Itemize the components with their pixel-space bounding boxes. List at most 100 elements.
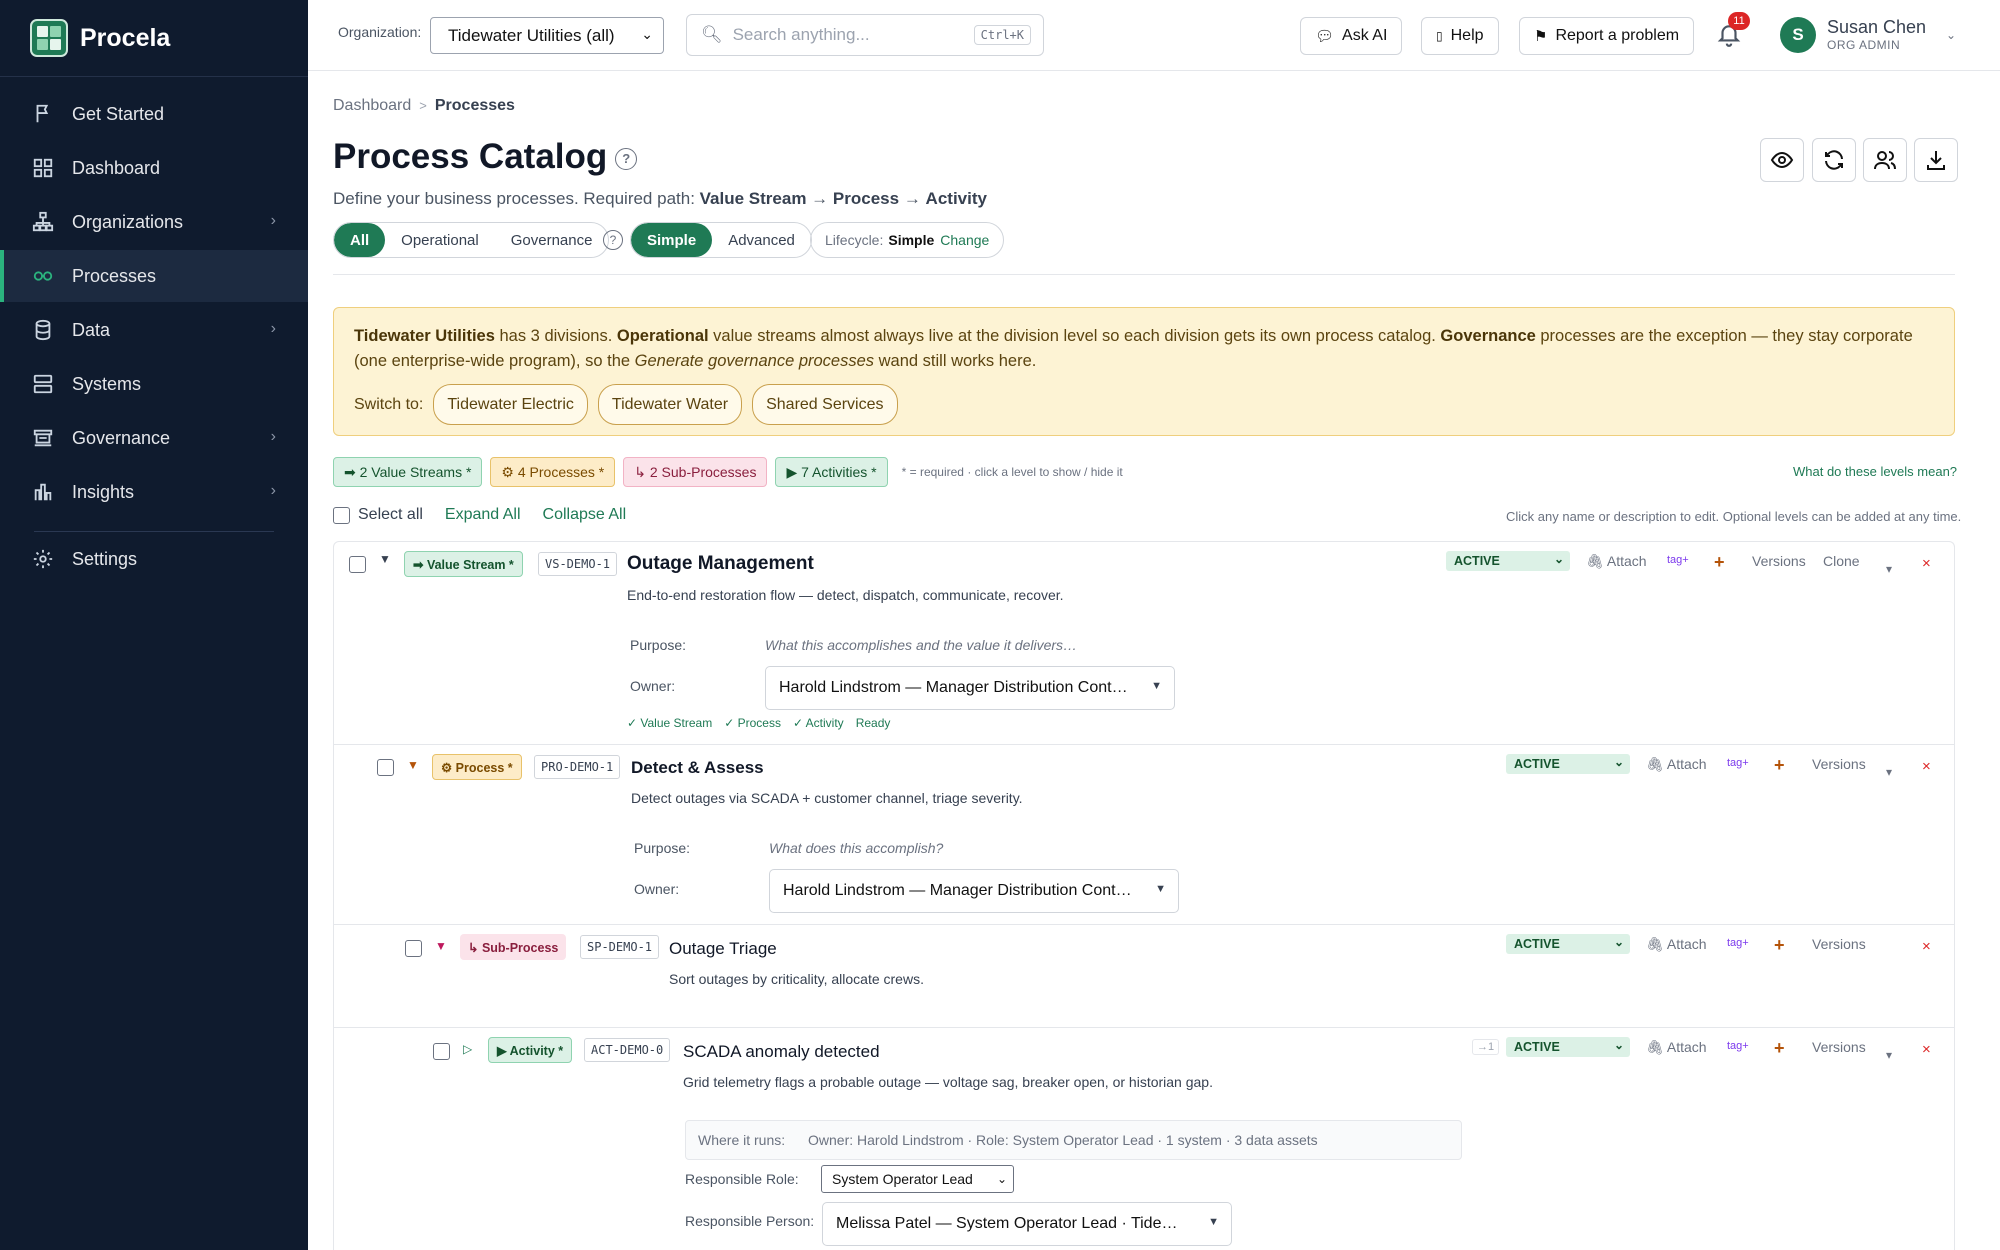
filter-governance[interactable]: Governance — [495, 223, 609, 257]
add-child-button[interactable]: + — [1774, 935, 1785, 956]
add-child-button[interactable]: + — [1774, 1038, 1785, 1059]
add-tag-button[interactable]: tag+ — [1727, 937, 1749, 949]
report-label: Report a problem — [1555, 27, 1680, 44]
refresh-button[interactable] — [1812, 138, 1856, 182]
preview-button[interactable] — [1760, 138, 1804, 182]
chevron-down-icon[interactable]: ⌄ — [1946, 28, 1956, 42]
check-activity: ✓ Activity — [792, 716, 844, 730]
item-name[interactable]: Outage Management — [627, 553, 814, 575]
report-problem-button[interactable]: ⚑ Report a problem — [1519, 17, 1695, 55]
owner-select[interactable]: Harold Lindstrom — Manager Distribution … — [765, 666, 1175, 710]
chip-value-streams[interactable]: ➡ 2 Value Streams * — [333, 457, 483, 487]
item-description[interactable]: Grid telemetry flags a probable outage —… — [683, 1074, 1213, 1090]
help-circle-icon[interactable]: ? — [615, 147, 638, 170]
delete-icon[interactable]: × — [1922, 938, 1931, 955]
more-menu-icon[interactable]: ▾ — [1886, 765, 1892, 779]
chip-processes[interactable]: ⚙ 4 Processes * — [490, 457, 616, 487]
select-all-label[interactable]: Select all — [358, 506, 423, 524]
item-name[interactable]: Outage Triage — [669, 939, 777, 959]
add-tag-button[interactable]: tag+ — [1667, 554, 1689, 566]
help-button[interactable]: ▯ Help — [1421, 17, 1499, 55]
sidebar-item-get-started[interactable]: Get Started — [0, 88, 308, 140]
versions-button[interactable]: Versions — [1812, 936, 1866, 952]
status-select[interactable]: ACTIVE ⌄ — [1506, 754, 1630, 774]
sidebar-item-processes[interactable]: Processes — [0, 250, 308, 302]
dependency-count[interactable]: →1 — [1472, 1039, 1500, 1055]
more-menu-icon[interactable]: ▾ — [1886, 1048, 1892, 1062]
item-description[interactable]: Sort outages by criticality, allocate cr… — [669, 971, 924, 987]
chip-activities[interactable]: ▶ 7 Activities * — [775, 457, 888, 487]
delete-icon[interactable]: × — [1922, 555, 1931, 572]
add-child-button[interactable]: + — [1714, 552, 1725, 573]
switch-tidewater-electric[interactable]: Tidewater Electric — [433, 384, 588, 425]
add-tag-button[interactable]: tag+ — [1727, 1040, 1749, 1052]
purpose-field[interactable]: What does this accomplish? — [769, 840, 943, 856]
add-child-button[interactable]: + — [1774, 755, 1785, 776]
search-input[interactable]: 🔍︎ Search anything... Ctrl+K — [686, 14, 1044, 56]
bar-chart-icon — [32, 481, 54, 503]
user-role: ORG ADMIN — [1827, 38, 1901, 52]
purpose-field[interactable]: What this accomplishes and the value it … — [765, 637, 1077, 653]
collapse-all-link[interactable]: Collapse All — [543, 506, 627, 524]
sidebar-item-systems[interactable]: Systems — [0, 358, 308, 410]
item-description[interactable]: Detect outages via SCADA + customer chan… — [631, 790, 1023, 806]
org-select[interactable]: Tidewater Utilities (all) ⌄ — [430, 17, 664, 54]
item-name[interactable]: Detect & Assess — [631, 758, 764, 778]
caret-right-icon[interactable]: ▷ — [463, 1042, 472, 1056]
more-menu-icon[interactable]: ▾ — [1886, 562, 1892, 576]
ask-ai-button[interactable]: 💬︎ Ask AI — [1300, 17, 1403, 55]
responsible-role-select[interactable]: System Operator Lead ⌄ — [821, 1165, 1014, 1193]
row-checkbox[interactable] — [377, 759, 394, 776]
download-button[interactable] — [1914, 138, 1958, 182]
versions-button[interactable]: Versions — [1812, 756, 1866, 772]
owner-select[interactable]: Harold Lindstrom — Manager Distribution … — [769, 869, 1179, 913]
caret-down-icon[interactable]: ▼ — [407, 758, 419, 772]
chip-sub-processes[interactable]: ↳ 2 Sub-Processes — [623, 457, 768, 487]
levels-help-link[interactable]: What do these levels mean? — [1793, 464, 1957, 479]
versions-button[interactable]: Versions — [1752, 553, 1806, 569]
status-select[interactable]: ACTIVE ⌄ — [1506, 1037, 1630, 1057]
avatar[interactable]: S — [1780, 17, 1816, 53]
attach-button[interactable]: 🖇︎ Attach — [1646, 756, 1707, 773]
sidebar-item-dashboard[interactable]: Dashboard — [0, 142, 308, 194]
caret-down-icon[interactable]: ▼ — [435, 939, 447, 953]
responsible-person-select[interactable]: Melissa Patel — System Operator Lead · T… — [822, 1202, 1232, 1246]
item-description[interactable]: End-to-end restoration flow — detect, di… — [627, 587, 1064, 603]
attach-button[interactable]: 🖇︎ Attach — [1586, 553, 1647, 570]
switch-tidewater-water[interactable]: Tidewater Water — [597, 384, 743, 425]
mode-simple[interactable]: Simple — [631, 223, 713, 257]
attach-button[interactable]: 🖇︎ Attach — [1646, 936, 1707, 953]
sidebar-item-insights[interactable]: Insights › — [0, 466, 308, 518]
sidebar-item-data[interactable]: Data › — [0, 304, 308, 356]
sidebar-item-settings[interactable]: Settings — [0, 533, 308, 585]
level-badge: ➡ Value Stream * — [404, 551, 523, 577]
breadcrumb-dashboard[interactable]: Dashboard — [333, 97, 411, 114]
attach-button[interactable]: 🖇︎ Attach — [1646, 1039, 1707, 1056]
server-icon — [32, 373, 54, 395]
versions-button[interactable]: Versions — [1812, 1039, 1866, 1055]
sidebar-item-organizations[interactable]: Organizations › — [0, 196, 308, 248]
delete-icon[interactable]: × — [1922, 758, 1931, 775]
mode-advanced[interactable]: Advanced — [712, 223, 811, 257]
clone-button[interactable]: Clone — [1823, 553, 1860, 569]
select-all-checkbox[interactable] — [333, 506, 350, 524]
filter-all[interactable]: All — [334, 223, 386, 257]
add-tag-button[interactable]: tag+ — [1727, 757, 1749, 769]
row-checkbox[interactable] — [349, 556, 366, 573]
row-checkbox[interactable] — [405, 940, 422, 957]
lifecycle-change-link[interactable]: Change — [940, 232, 989, 248]
row-checkbox[interactable] — [433, 1043, 450, 1060]
switch-shared-services[interactable]: Shared Services — [752, 384, 898, 425]
delete-icon[interactable]: × — [1922, 1041, 1931, 1058]
status-select[interactable]: ACTIVE ⌄ — [1506, 934, 1630, 954]
filter-operational[interactable]: Operational — [385, 223, 495, 257]
user-name[interactable]: Susan Chen — [1827, 17, 1926, 38]
item-name[interactable]: SCADA anomaly detected — [683, 1042, 880, 1062]
expand-all-link[interactable]: Expand All — [445, 506, 521, 524]
team-button[interactable] — [1863, 138, 1907, 182]
status-select[interactable]: ACTIVE ⌄ — [1446, 551, 1570, 571]
sidebar-item-governance[interactable]: Governance › — [0, 412, 308, 464]
help-circle-icon[interactable]: ? — [603, 230, 623, 250]
caret-down-icon[interactable]: ▼ — [379, 552, 391, 566]
brand[interactable]: Procela — [30, 19, 170, 57]
